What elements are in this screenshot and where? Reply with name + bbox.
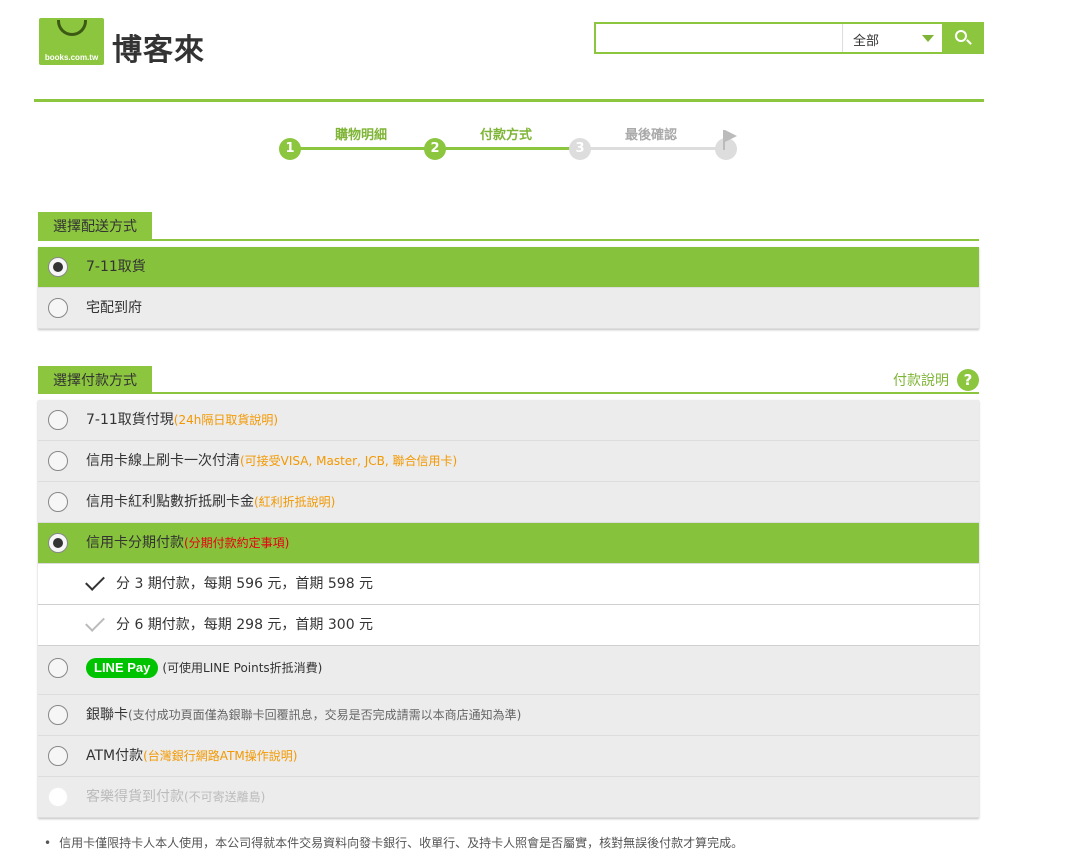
payment-option-label: ATM付款 (86, 748, 144, 764)
smile-icon (57, 20, 87, 36)
radio-unionpay[interactable] (48, 705, 68, 725)
payment-options: 7-11取貨付現(24h隔日取貨說明) 信用卡線上刷卡一次付清(可接受VISA,… (38, 400, 979, 818)
chevron-down-icon (922, 35, 934, 42)
radio-atm[interactable] (48, 746, 68, 766)
installment-option-6[interactable]: 分 6 期付款，每期 298 元，首期 300 元 (38, 605, 979, 646)
payment-option-note: (支付成功頁面僅為銀聯卡回覆訊息，交易是否完成請需以本商店通知為準) (128, 708, 522, 722)
installment-label: 分 6 期付款，每期 298 元，首期 300 元 (116, 617, 374, 633)
search-input[interactable] (596, 24, 842, 52)
radio-cod-disabled (48, 787, 68, 807)
payment-option-label: 銀聯卡 (86, 707, 128, 723)
payment-option-credit-bonus[interactable]: 信用卡紅利點數折抵刷卡金(紅利折抵說明) (38, 482, 979, 523)
step-line-2 (435, 147, 580, 150)
payment-section-title: 選擇付款方式 (38, 366, 152, 394)
payment-option-note[interactable]: (24h隔日取貨說明) (174, 413, 278, 427)
radio-linepay[interactable] (48, 658, 68, 678)
credit-card-notice: • 信用卡僅限持卡人本人使用，本公司得就本件交易資料向發卡銀行、收單行、及持卡人照… (44, 834, 743, 851)
check-icon (85, 571, 105, 591)
shipping-options: 7-11取貨 宅配到府 (38, 247, 979, 329)
header-divider (34, 99, 984, 102)
linepay-note: (可使用LINE Points折抵消費) (162, 661, 323, 675)
step-1-dot: 1 (279, 138, 301, 160)
payment-option-label: 客樂得貨到付款 (86, 789, 184, 805)
installment-option-3[interactable]: 分 3 期付款，每期 596 元，首期 598 元 (38, 564, 979, 605)
payment-divider (38, 392, 979, 394)
payment-option-note[interactable]: (分期付款約定事項) (184, 536, 289, 550)
shipping-divider (38, 239, 979, 241)
logo-text: books.com.tw (44, 53, 99, 62)
step-line-1 (290, 147, 435, 150)
installment-label: 分 3 期付款，每期 596 元，首期 598 元 (116, 576, 374, 592)
shipping-option-label: 7-11取貨 (86, 259, 146, 275)
payment-option-linepay[interactable]: LINE Pay (可使用LINE Points折抵消費) (38, 646, 979, 695)
search-button[interactable] (942, 22, 984, 54)
payment-option-installment[interactable]: 信用卡分期付款(分期付款約定事項) (38, 523, 979, 564)
step-3-label: 最後確認 (624, 128, 677, 143)
check-icon (85, 612, 105, 632)
payment-option-credit-full[interactable]: 信用卡線上刷卡一次付清(可接受VISA, Master, JCB, 聯合信用卡) (38, 441, 979, 482)
radio-installment[interactable] (48, 533, 68, 553)
radio-credit-full[interactable] (48, 451, 68, 471)
step-line-3 (580, 147, 726, 150)
step-3-dot: 3 (569, 138, 591, 160)
payment-option-711-cod[interactable]: 7-11取貨付現(24h隔日取貨說明) (38, 400, 979, 441)
payment-option-note: (不可寄送離島) (184, 790, 266, 804)
step-1-label: 購物明細 (334, 128, 387, 143)
radio-credit-bonus[interactable] (48, 492, 68, 512)
help-icon[interactable]: ? (957, 369, 979, 391)
shipping-section-title: 選擇配送方式 (38, 212, 152, 240)
radio-home[interactable] (48, 298, 68, 318)
payment-option-label: 信用卡紅利點數折抵刷卡金 (86, 494, 254, 510)
payment-option-label: 信用卡線上刷卡一次付清 (86, 453, 240, 469)
notice-text: 信用卡僅限持卡人本人使用，本公司得就本件交易資料向發卡銀行、收單行、及持卡人照會… (59, 836, 744, 850)
search-scope-select[interactable]: 全部 (842, 24, 942, 52)
payment-option-note: (可接受VISA, Master, JCB, 聯合信用卡) (240, 454, 458, 468)
step-2-dot: 2 (424, 138, 446, 160)
payment-option-label: 7-11取貨付現 (86, 412, 174, 428)
radio-711-cod[interactable] (48, 410, 68, 430)
payment-option-atm[interactable]: ATM付款(台灣銀行網路ATM操作說明) (38, 736, 979, 777)
brand-name[interactable]: 博客來 (112, 25, 205, 69)
shipping-option-home[interactable]: 宅配到府 (38, 288, 979, 329)
payment-help-link[interactable]: 付款說明 (893, 370, 949, 390)
shipping-option-711[interactable]: 7-11取貨 (38, 247, 979, 288)
radio-711[interactable] (48, 257, 68, 277)
bullet: • (44, 836, 52, 850)
payment-option-unionpay[interactable]: 銀聯卡(支付成功頁面僅為銀聯卡回覆訊息，交易是否完成請需以本商店通知為準) (38, 695, 979, 736)
shipping-option-label: 宅配到府 (86, 300, 142, 316)
step-2-label: 付款方式 (479, 128, 532, 143)
payment-option-label: 信用卡分期付款 (86, 535, 184, 551)
payment-option-note[interactable]: (紅利折抵說明) (254, 495, 335, 509)
search-bar: 全部 (594, 22, 984, 54)
flag-icon (725, 130, 737, 142)
linepay-logo: LINE Pay (86, 658, 159, 678)
payment-option-cod-disabled: 客樂得貨到付款(不可寄送離島) (38, 777, 979, 818)
payment-option-note[interactable]: (台灣銀行網路ATM操作說明) (143, 749, 297, 763)
checkout-steps: 購物明細 付款方式 最後確認 1 2 3 (0, 120, 1073, 170)
books-logo[interactable]: books.com.tw (39, 18, 104, 65)
search-scope-value: 全部 (853, 34, 880, 49)
